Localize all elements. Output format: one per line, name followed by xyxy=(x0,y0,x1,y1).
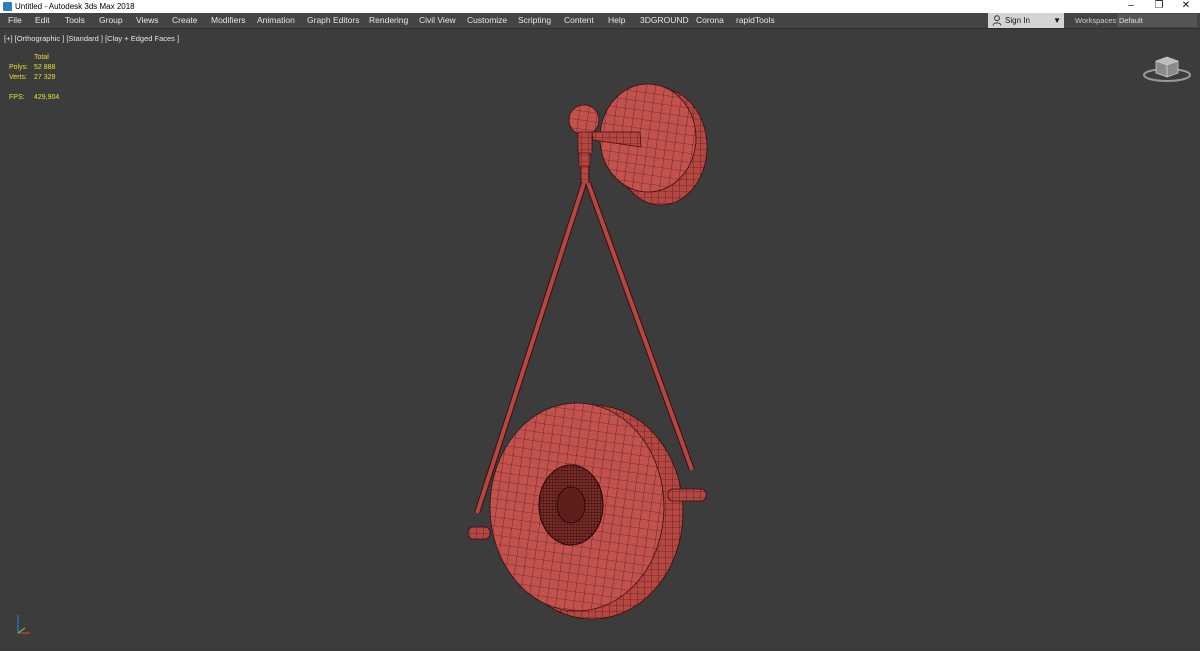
menu-file[interactable]: File xyxy=(8,13,22,28)
perspective-viewport[interactable]: [+] [Orthographic ] [Standard ] [Clay + … xyxy=(0,28,1200,650)
verts-label: Verts: xyxy=(9,74,27,81)
menu-rendering[interactable]: Rendering xyxy=(369,13,408,28)
workspace-select[interactable]: Default xyxy=(1117,14,1197,27)
polys-value: 52 888 xyxy=(34,64,56,71)
restore-button[interactable]: ❐ xyxy=(1145,0,1173,13)
viewport-label[interactable]: [+] [Orthographic ] [Standard ] [Clay + … xyxy=(4,34,179,43)
window-title: Untitled - Autodesk 3ds Max 2018 xyxy=(15,2,135,11)
menu-views[interactable]: Views xyxy=(136,13,159,28)
fps-value: 429,904 xyxy=(34,94,60,101)
menu-civil-view[interactable]: Civil View xyxy=(419,13,456,28)
fps-label: FPS: xyxy=(9,94,25,101)
menu-tools[interactable]: Tools xyxy=(65,13,85,28)
menu-scripting[interactable]: Scripting xyxy=(518,13,551,28)
3dsmax-app-icon xyxy=(3,2,12,11)
wall-lamp-model xyxy=(467,83,708,620)
menu-graph-editors[interactable]: Graph Editors xyxy=(307,13,359,28)
menu-3dground[interactable]: 3DGROUND xyxy=(640,13,689,28)
menu-edit[interactable]: Edit xyxy=(35,13,50,28)
menu-modifiers[interactable]: Modifiers xyxy=(211,13,245,28)
sign-in-dropdown[interactable]: Sign In ▼ xyxy=(988,13,1064,28)
menu-group[interactable]: Group xyxy=(99,13,123,28)
menu-help[interactable]: Help xyxy=(608,13,625,28)
stats-header: Total xyxy=(34,54,49,61)
user-icon xyxy=(992,15,1002,26)
menu-corona[interactable]: Corona xyxy=(696,13,724,28)
menu-animation[interactable]: Animation xyxy=(257,13,295,28)
close-button[interactable]: ✕ xyxy=(1172,0,1200,13)
verts-value: 27 329 xyxy=(34,74,56,81)
minimize-button[interactable]: – xyxy=(1117,0,1145,13)
axis-tripod-icon xyxy=(17,615,30,634)
menu-create[interactable]: Create xyxy=(172,13,198,28)
polys-label: Polys: xyxy=(9,64,29,71)
title-bar: Untitled - Autodesk 3ds Max 2018 – ❐ ✕ xyxy=(0,0,1200,13)
menu-customize[interactable]: Customize xyxy=(467,13,507,28)
viewcube-icon[interactable] xyxy=(1142,51,1192,83)
chevron-down-icon: ▼ xyxy=(1053,16,1061,25)
workspaces-label: Workspaces: xyxy=(1075,16,1119,25)
sign-in-label: Sign In xyxy=(1005,16,1030,25)
menu-rapidtools[interactable]: rapidTools xyxy=(736,13,775,28)
menu-content[interactable]: Content xyxy=(564,13,594,28)
